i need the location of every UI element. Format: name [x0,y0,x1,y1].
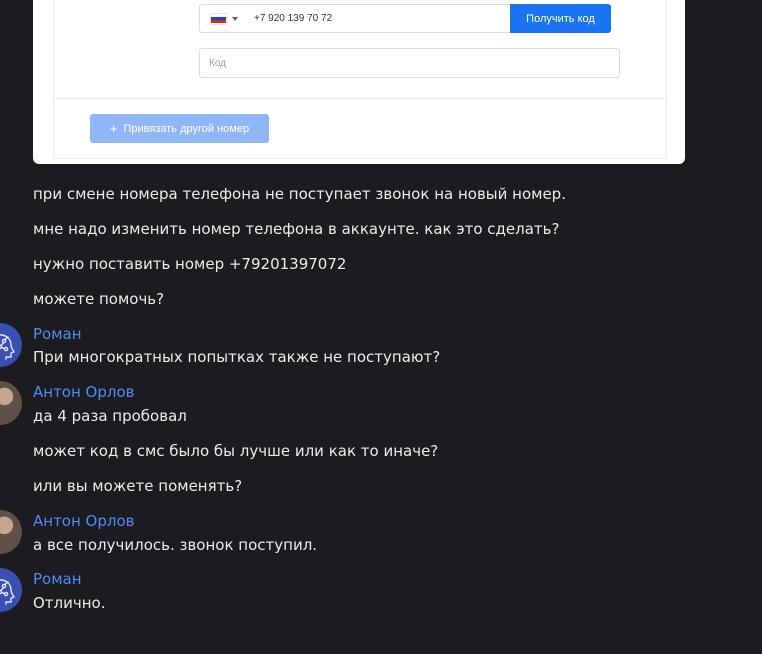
message-text: нужно поставить номер +79201397072 [33,255,347,273]
avatar[interactable] [0,381,22,425]
author-name[interactable]: Антон Орлов [33,511,135,531]
phone-form-panel: +7 920 139 70 72 Получить код Код + Прив… [53,0,667,159]
message-text: а все получилось. звонок поступил. [33,536,318,554]
phone-input[interactable]: +7 920 139 70 72 [199,4,510,33]
card-divider [54,98,666,99]
bind-other-number-button[interactable]: + Привязать другой номер [90,114,269,143]
author-name[interactable]: Антон Орлов [33,382,135,402]
russia-flag-icon[interactable] [210,12,227,25]
message-text: может код в смс было бы лучше или как то… [33,442,439,460]
phone-change-card: +7 920 139 70 72 Получить код Код + Прив… [33,0,685,164]
message-text: да 4 раза пробовал [33,407,187,425]
code-input[interactable]: Код [199,48,620,78]
message-text: можете помочь? [33,290,165,308]
ai-head-icon [0,579,15,605]
author-name[interactable]: Роман [33,324,82,344]
phone-input-value: +7 920 139 70 72 [254,13,333,24]
plus-icon: + [109,121,118,136]
ai-head-icon [0,334,15,360]
get-code-button[interactable]: Получить код [510,4,611,33]
message-text: или вы можете поменять? [33,477,243,495]
message-text: мне надо изменить номер телефона в аккау… [33,220,560,238]
message-text: Отлично. [33,594,106,612]
phone-row: +7 920 139 70 72 Получить код [199,4,611,33]
chevron-down-icon[interactable] [232,16,238,21]
message-text: При многократных попытках также не посту… [33,348,441,366]
avatar[interactable] [0,510,22,554]
avatar[interactable] [0,323,22,367]
bind-other-number-label: Привязать другой номер [123,122,250,135]
avatar[interactable] [0,568,22,612]
author-name[interactable]: Роман [33,569,82,589]
message-text: при смене номера телефона не поступает з… [33,185,566,203]
